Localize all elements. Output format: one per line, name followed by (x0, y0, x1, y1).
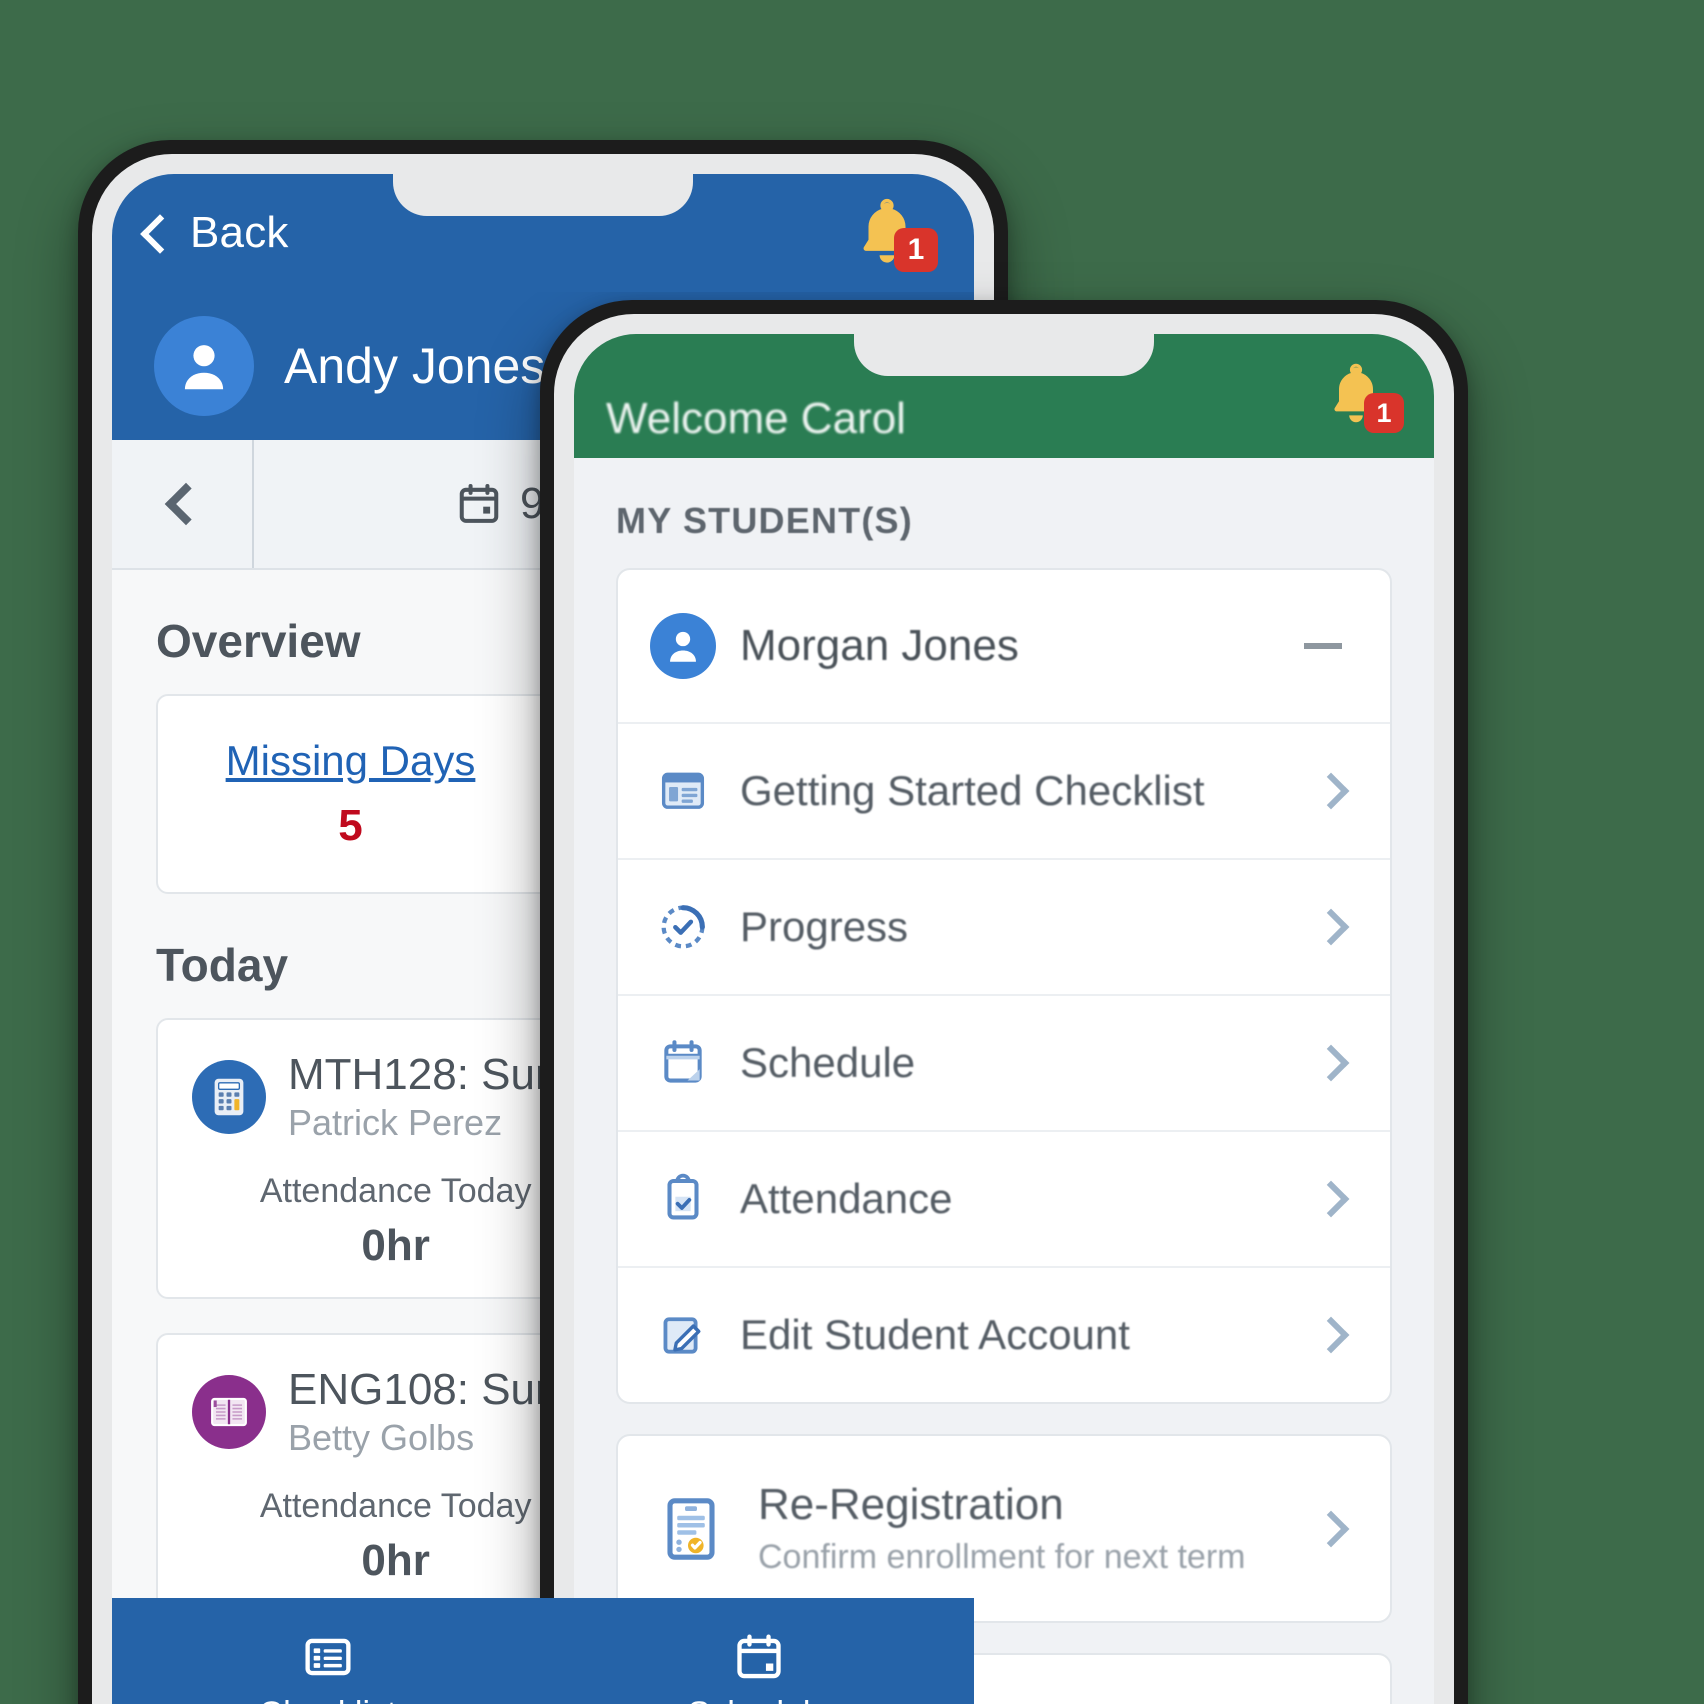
missing-days-value: 5 (338, 801, 363, 850)
chevron-right-icon (1312, 1316, 1350, 1354)
bottom-tabbar: Checklist Schedule (112, 1598, 974, 1704)
attendance-value: 0hr (361, 1536, 430, 1585)
menu-item-attendance[interactable]: Attendance (618, 1132, 1390, 1268)
menu-item-schedule[interactable]: Schedule (618, 996, 1390, 1132)
notification-bell-button[interactable]: 1 (850, 196, 938, 272)
back-button-label: Back (190, 208, 289, 257)
action-title: Re-Registration (758, 1480, 1064, 1529)
person-icon (670, 631, 696, 662)
notification-badge: 1 (894, 228, 938, 272)
menu-item-label: Attendance (740, 1175, 953, 1222)
menu-item-label: Edit Student Account (740, 1311, 1130, 1358)
phone-right-screen: Welcome Carol 1 MY STUDENT(S) Morgan Jon… (574, 334, 1434, 1704)
action-text: Re-Registration Confirm enrollment for n… (758, 1480, 1290, 1577)
edit-pencil-icon (652, 1304, 714, 1366)
notification-badge: 1 (1364, 393, 1404, 433)
edit-pencil-glyph (663, 1317, 701, 1354)
screenshot-stage: Back 1 Andy Jones 9 Overview Missing Day… (0, 0, 1704, 1704)
calendar-icon (736, 1633, 781, 1678)
menu-item-label: Getting Started Checklist (740, 767, 1205, 814)
attendance-value: 0hr (361, 1221, 430, 1270)
chevron-left-icon (164, 482, 208, 526)
missing-days-link[interactable]: Missing Days (226, 737, 476, 785)
welcome-title: Welcome Carol (606, 394, 906, 443)
student-avatar (650, 613, 716, 679)
menu-item-progress[interactable]: Progress (618, 860, 1390, 996)
calculator-icon (192, 1060, 266, 1134)
student-card: Morgan Jones Getting Started Checklist P… (616, 568, 1392, 1404)
notification-bell-button[interactable]: 1 (1322, 361, 1404, 433)
avatar (650, 613, 716, 679)
calendar-icon (652, 1032, 714, 1094)
phone-right-bezel: Welcome Carol 1 MY STUDENT(S) Morgan Jon… (554, 314, 1454, 1704)
stat-missing-days[interactable]: Missing Days 5 (158, 737, 543, 851)
tab-schedule-label: Schedule (688, 1695, 830, 1704)
chevron-right-icon (1312, 1044, 1350, 1082)
calendar-icon (459, 483, 499, 523)
minus-icon[interactable] (1304, 643, 1342, 649)
attendance-caption: Attendance Today (259, 1172, 532, 1210)
menu-item-label: Schedule (740, 1039, 916, 1086)
chevron-left-icon (140, 214, 180, 254)
clipboard-check-icon (652, 1168, 714, 1230)
progress-circle-glyph (661, 905, 705, 949)
chevron-right-icon (1312, 1180, 1350, 1218)
student-name: Morgan Jones (740, 621, 1019, 670)
avatar (154, 316, 254, 416)
phone-right-notch (854, 314, 1154, 376)
registration-form-glyph (667, 1497, 715, 1560)
registration-form-icon (652, 1490, 730, 1568)
phone-left-notch (393, 154, 693, 216)
checklist-card-icon (652, 760, 714, 822)
prev-day-button[interactable] (112, 440, 254, 568)
back-button[interactable]: Back (140, 208, 289, 258)
my-students-heading: MY STUDENT(S) (616, 500, 913, 541)
tab-schedule[interactable]: Schedule (543, 1598, 974, 1704)
open-book-glyph (211, 1397, 247, 1427)
student-row[interactable]: Morgan Jones (618, 570, 1390, 724)
checklist-icon (304, 1638, 351, 1675)
action-card-re-registration[interactable]: Re-Registration Confirm enrollment for n… (616, 1434, 1392, 1623)
person-icon (184, 345, 224, 390)
menu-item-edit-student-account[interactable]: Edit Student Account (618, 1268, 1390, 1402)
open-book-icon (192, 1375, 266, 1449)
menu-item-label: Progress (740, 903, 909, 950)
phone-right-parent-home: Welcome Carol 1 MY STUDENT(S) Morgan Jon… (540, 300, 1468, 1704)
action-row: Re-Registration Confirm enrollment for n… (618, 1436, 1390, 1621)
right-content: MY STUDENT(S) Morgan Jones Getting Start… (574, 458, 1434, 1704)
chevron-right-icon (1312, 772, 1350, 810)
tab-checklist-label: Checklist (259, 1695, 397, 1704)
chevron-right-icon (1312, 1510, 1350, 1547)
action-subtitle: Confirm enrollment for next term (758, 1538, 1246, 1576)
student-name: Andy Jones (284, 338, 546, 394)
tab-checklist[interactable]: Checklist (112, 1598, 543, 1704)
calendar-glyph (664, 1040, 702, 1083)
attendance-caption: Attendance Today (259, 1487, 532, 1525)
menu-item-getting-started-checklist[interactable]: Getting Started Checklist (618, 724, 1390, 860)
progress-circle-icon (652, 896, 714, 958)
checklist-card-glyph (661, 772, 705, 809)
clipboard-check-glyph (667, 1173, 699, 1220)
chevron-right-icon (1312, 908, 1350, 946)
calculator-glyph (214, 1078, 244, 1116)
